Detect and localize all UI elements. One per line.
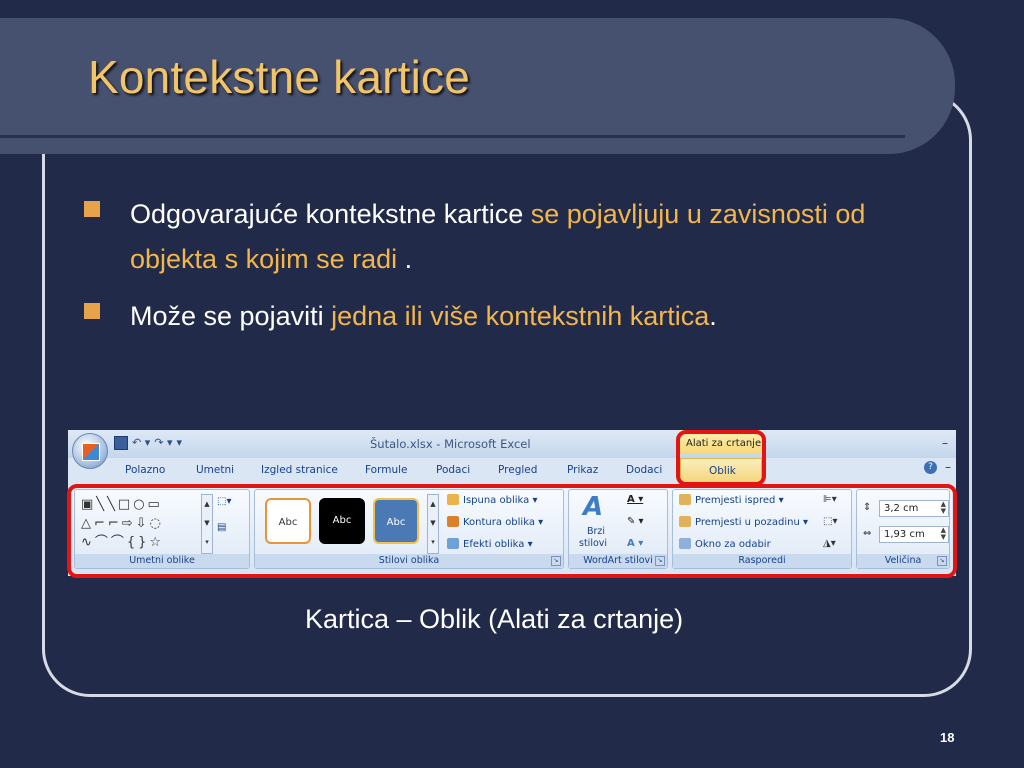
bullet-end: . [397,244,413,274]
tab-formule[interactable]: Formule [365,464,407,476]
bullet-square-icon [84,201,100,217]
bullet-square-icon [84,303,100,319]
undo-icon[interactable]: ↶ ▾ [132,436,150,450]
help-icon[interactable]: ? [924,461,937,474]
ribbon-minimize-button[interactable]: – [945,460,951,474]
title-underline [0,135,905,138]
tab-dodaci[interactable]: Dodaci [626,464,662,476]
bullet-text: Odgovarajuće kontekstne kartice [130,199,531,229]
tab-pregled[interactable]: Pregled [498,464,537,476]
save-icon[interactable] [114,436,128,450]
quick-access-toolbar: ↶ ▾ ↷ ▾ ▾ [114,436,182,450]
page-number: 18 [940,730,955,745]
bullet-item: Može se pojaviti jedna ili više kontekst… [84,294,884,339]
bullet-highlight: jedna ili više kontekstnih kartica [331,301,710,331]
redo-icon[interactable]: ↷ ▾ [154,436,172,450]
contextual-tab-highlight [676,430,766,486]
slide-title: Kontekstne kartice [88,51,471,103]
customize-qat-icon[interactable]: ▾ [177,436,183,450]
bullet-text: Može se pojaviti [130,301,332,331]
tab-prikaz[interactable]: Prikaz [567,464,598,476]
bullet-list: Odgovarajuće kontekstne kartice se pojav… [84,192,884,351]
bullet-item: Odgovarajuće kontekstne kartice se pojav… [84,192,884,282]
ribbon-tabs: Polazno Umetni Izgled stranice Formule P… [68,458,956,482]
window-title: Šutalo.xlsx - Microsoft Excel [370,437,531,451]
tab-umetni[interactable]: Umetni [196,464,234,476]
tab-podaci[interactable]: Podaci [436,464,470,476]
tab-polazno[interactable]: Polazno [125,464,165,476]
ribbon-groups-highlight [67,484,957,578]
tab-izgled-stranice[interactable]: Izgled stranice [261,464,338,476]
minimize-button[interactable]: – [942,436,948,450]
figure-caption: Kartica – Oblik (Alati za crtanje) [305,604,684,634]
bullet-end: . [709,301,717,331]
